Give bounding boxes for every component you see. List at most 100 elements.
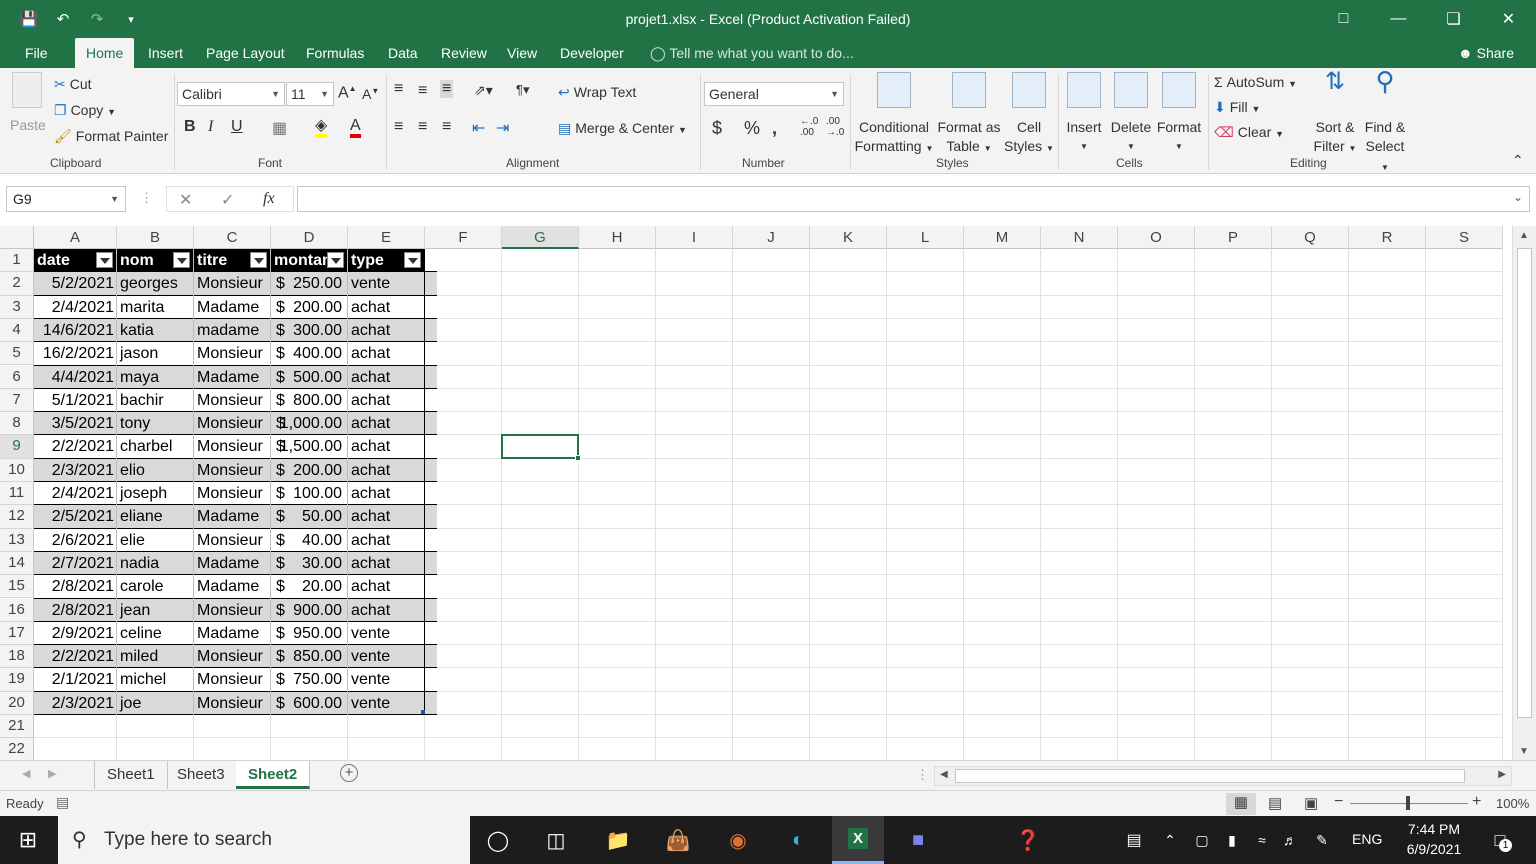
column-header-l[interactable]: L — [887, 226, 964, 249]
format-as-table-button[interactable]: Format as Table ▼ — [936, 72, 1002, 158]
cell-nom[interactable]: joe — [117, 692, 194, 715]
cell-date[interactable]: 2/8/2021 — [34, 599, 117, 622]
excel-taskbar-icon[interactable]: X — [832, 816, 884, 864]
row-header[interactable]: 12 — [0, 505, 34, 529]
column-header-i[interactable]: I — [656, 226, 733, 249]
cell-nom[interactable]: celine — [117, 622, 194, 645]
cell-montant[interactable]: $800.00 — [271, 389, 348, 412]
column-header-b[interactable]: B — [117, 226, 194, 249]
normal-view-icon[interactable]: ▦ — [1226, 793, 1256, 815]
cell-nom[interactable]: bachir — [117, 389, 194, 412]
cell-date[interactable]: 5/2/2021 — [34, 272, 117, 295]
align-top-icon[interactable]: ≡ — [394, 80, 403, 98]
paragraph-direction-icon[interactable]: ¶▾ — [516, 82, 530, 98]
tab-formulas[interactable]: Formulas — [306, 38, 364, 68]
cell-nom[interactable]: eliane — [117, 505, 194, 528]
cell-titre[interactable]: Madame — [194, 296, 271, 319]
row-header[interactable]: 9 — [0, 435, 34, 459]
name-box[interactable]: G9 ▼ — [6, 186, 126, 212]
fill-button[interactable]: ⬇ Fill ▼ — [1214, 99, 1260, 116]
number-format-combo[interactable]: General ▼ — [704, 82, 844, 106]
italic-icon[interactable]: I — [208, 118, 213, 136]
cell-montant[interactable]: $1,000.00 — [271, 412, 348, 435]
merge-center-button[interactable]: ▤ Merge & Center ▼ — [558, 120, 687, 137]
increase-font-icon[interactable]: A▲ — [338, 84, 357, 102]
cell-montant[interactable]: $600.00 — [271, 692, 348, 715]
align-center-icon[interactable]: ≡ — [418, 118, 427, 136]
tab-split-icon[interactable]: ⋮ — [916, 767, 929, 783]
column-header-h[interactable]: H — [579, 226, 656, 249]
row-header[interactable]: 22 — [0, 738, 34, 760]
row-header[interactable]: 2 — [0, 272, 34, 296]
cut-button[interactable]: ✂ Cut — [54, 76, 92, 93]
sheet-tab-sheet2[interactable]: Sheet2 — [236, 761, 311, 789]
vertical-scroll-thumb[interactable] — [1517, 248, 1532, 718]
cell-montant[interactable]: $750.00 — [271, 668, 348, 691]
cell-date[interactable]: 2/2/2021 — [34, 645, 117, 668]
cell-type[interactable]: achat — [348, 505, 425, 528]
cell-date[interactable]: 2/5/2021 — [34, 505, 117, 528]
cell-type[interactable]: achat — [348, 599, 425, 622]
cell-date[interactable]: 16/2/2021 — [34, 342, 117, 365]
cell-montant[interactable]: $300.00 — [271, 319, 348, 342]
filter-dropdown-icon[interactable] — [250, 252, 267, 268]
device-icon[interactable]: ▢ — [1190, 824, 1214, 856]
cell-styles-button[interactable]: Cell Styles ▼ — [1004, 72, 1054, 158]
cell-nom[interactable]: elio — [117, 459, 194, 482]
cell-nom[interactable]: tony — [117, 412, 194, 435]
row-header[interactable]: 11 — [0, 482, 34, 506]
cell-type[interactable]: achat — [348, 552, 425, 575]
cell-type[interactable]: vente — [348, 645, 425, 668]
cell-montant[interactable]: $850.00 — [271, 645, 348, 668]
insert-function-icon[interactable]: fx — [263, 190, 275, 208]
cell-titre[interactable]: Monsieur — [194, 692, 271, 715]
row-header[interactable]: 5 — [0, 342, 34, 366]
align-middle-icon[interactable]: ≡ — [418, 82, 427, 100]
comma-style-icon[interactable]: , — [772, 118, 777, 139]
align-left-icon[interactable]: ≡ — [394, 118, 403, 136]
fill-color-icon[interactable]: ◈ — [315, 118, 328, 138]
horizontal-scroll-thumb[interactable] — [955, 769, 1465, 783]
decrease-indent-icon[interactable]: ⇤ — [472, 118, 485, 138]
cell-nom[interactable]: georges — [117, 272, 194, 295]
paste-button[interactable]: Paste — [8, 72, 46, 133]
cell-nom[interactable]: carole — [117, 575, 194, 598]
windows-start-icon[interactable]: ⊞ — [10, 824, 46, 856]
scroll-up-icon[interactable]: ▲ — [1519, 230, 1529, 241]
tab-developer[interactable]: Developer — [560, 38, 624, 68]
zoom-in-icon[interactable]: + — [1472, 793, 1481, 811]
tab-insert[interactable]: Insert — [148, 38, 183, 68]
filter-dropdown-icon[interactable] — [173, 252, 190, 268]
collapse-ribbon-icon[interactable]: ⌃ — [1512, 152, 1524, 169]
close-button[interactable]: ✕ — [1481, 0, 1536, 38]
formula-input[interactable]: ⌄ — [297, 186, 1530, 212]
file-explorer-icon[interactable]: 📁 — [600, 824, 636, 856]
wrap-text-button[interactable]: ↩ Wrap Text — [558, 84, 636, 101]
cell-nom[interactable]: michel — [117, 668, 194, 691]
cell-date[interactable]: 2/3/2021 — [34, 459, 117, 482]
cell-date[interactable]: 2/1/2021 — [34, 668, 117, 691]
align-bottom-icon[interactable]: ≡ — [440, 80, 454, 98]
table-header-type[interactable]: type — [348, 249, 424, 272]
cell-nom[interactable]: marita — [117, 296, 194, 319]
page-layout-view-icon[interactable]: ▤ — [1268, 794, 1282, 812]
zoom-level[interactable]: 100% — [1496, 796, 1529, 811]
cell-type[interactable]: vente — [348, 272, 425, 295]
tab-page-layout[interactable]: Page Layout — [206, 38, 285, 68]
media-player-icon[interactable]: ◉ — [720, 824, 756, 856]
row-header[interactable]: 7 — [0, 388, 34, 413]
bold-icon[interactable]: B — [184, 118, 196, 136]
percent-icon[interactable]: % — [744, 118, 760, 139]
decrease-decimal-icon[interactable]: .00 →.0 — [826, 116, 844, 138]
cell-titre[interactable]: Monsieur — [194, 482, 271, 505]
column-header-m[interactable]: M — [964, 226, 1041, 249]
zoom-slider-thumb[interactable] — [1406, 796, 1410, 810]
column-header-r[interactable]: R — [1349, 226, 1426, 249]
cell-date[interactable]: 4/4/2021 — [34, 366, 117, 389]
cell-nom[interactable]: maya — [117, 366, 194, 389]
cell-type[interactable]: achat — [348, 366, 425, 389]
edge-browser-icon[interactable]: ◐ — [780, 824, 816, 856]
row-header[interactable]: 14 — [0, 551, 34, 576]
cell-montant[interactable]: $200.00 — [271, 459, 348, 482]
sheet-tab-sheet1[interactable]: Sheet1 — [94, 761, 168, 789]
